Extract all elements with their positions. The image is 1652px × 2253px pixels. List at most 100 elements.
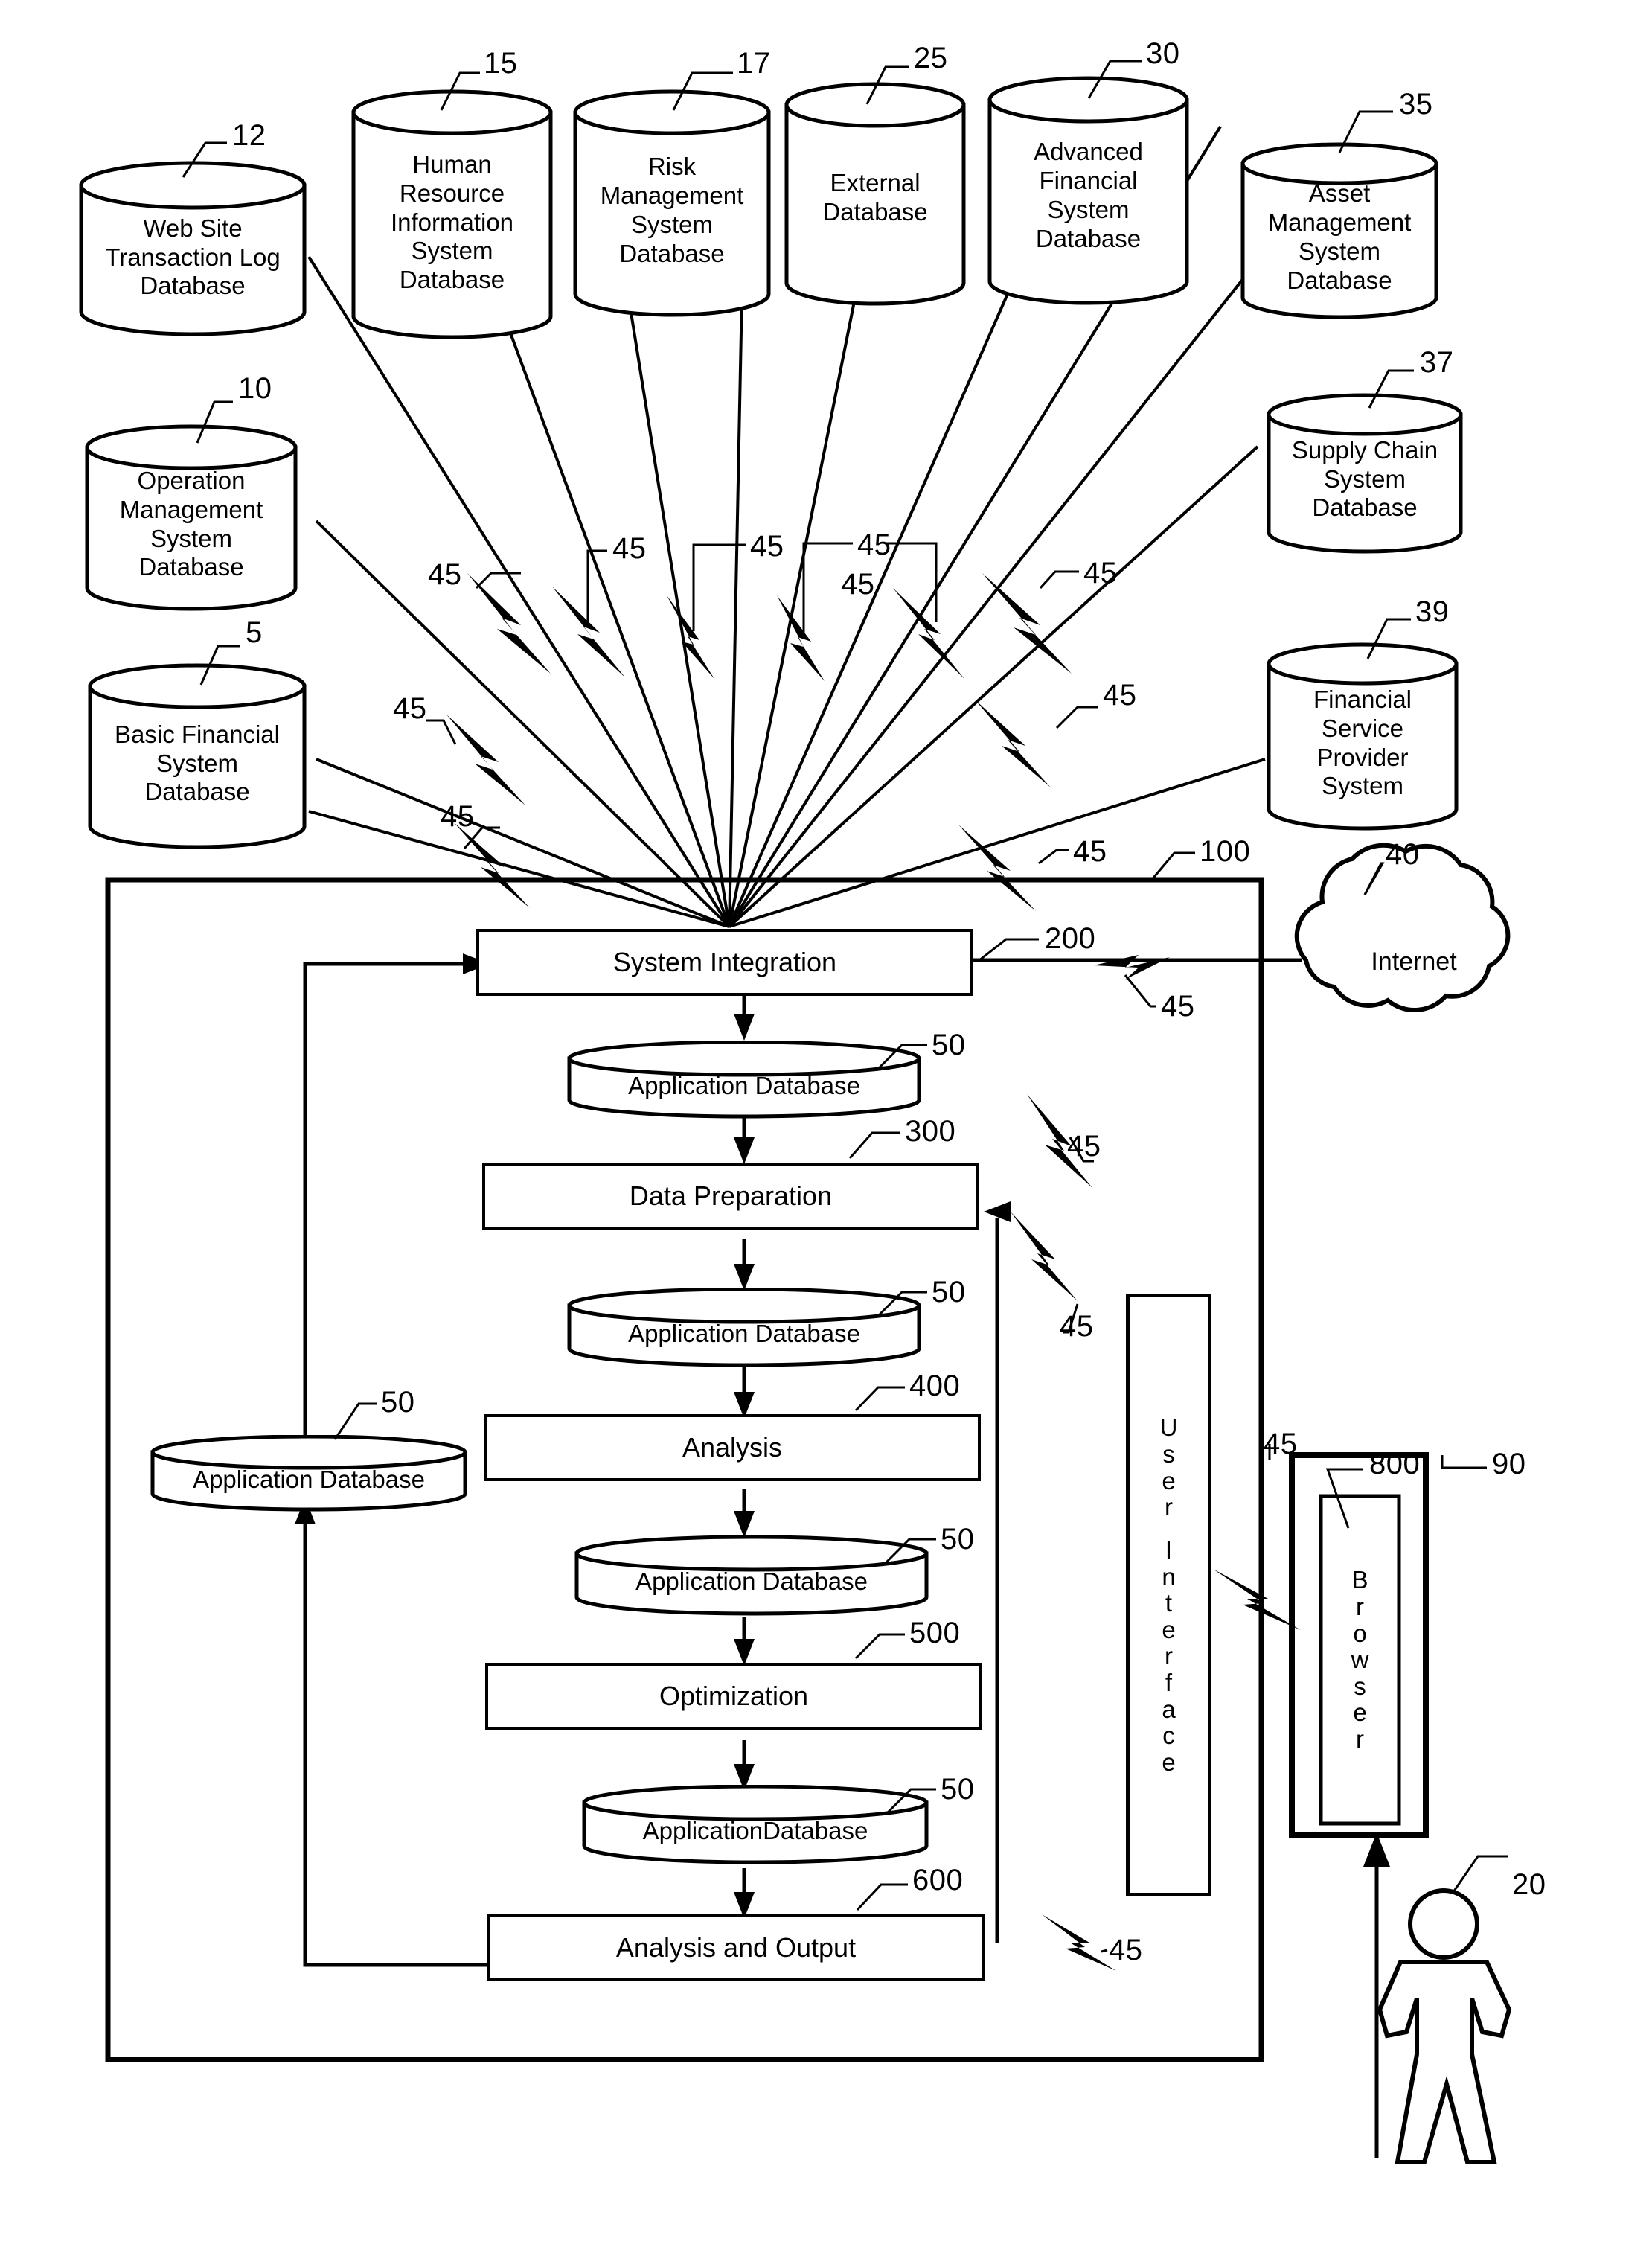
db-label-line: Database	[1035, 224, 1142, 252]
ref-numeral-50-b: 50	[932, 1276, 966, 1308]
ref-numeral-5: 5	[246, 616, 263, 649]
panel-browser-text[interactable]: B r o w s e r	[1321, 1496, 1399, 1824]
appdb-label: ApplicationDatabase	[642, 1817, 868, 1844]
ref-numeral-25: 25	[914, 42, 948, 74]
browser-letter: e	[1353, 1698, 1367, 1727]
ui-letter: f	[1165, 1669, 1173, 1697]
db-label-line: System	[1323, 464, 1406, 493]
browser-letter: s	[1354, 1672, 1366, 1700]
db-label-line: System	[411, 237, 493, 265]
ref-numeral-50-c: 50	[941, 1523, 975, 1556]
database-external: External Database	[783, 80, 967, 307]
db-label-line: Risk	[647, 153, 697, 181]
db-label-line: Resource	[399, 179, 505, 207]
db-label-line: Database	[138, 553, 244, 581]
ref-numeral-35: 35	[1399, 88, 1433, 121]
db-label-line: Financial	[1313, 685, 1412, 713]
ref-numeral-15: 15	[484, 47, 518, 80]
database-operation-management-system: Operation Management System Database	[83, 423, 299, 613]
ref-numeral-45-8: 45	[1103, 679, 1137, 712]
block-analysis-and-output[interactable]: Analysis and Output	[487, 1914, 985, 1981]
appdb-label: Application Database	[628, 1071, 860, 1099]
db-label-line: System	[1321, 772, 1404, 800]
block-label: System Integration	[612, 947, 837, 977]
ref-numeral-12: 12	[232, 119, 266, 152]
database-supply-chain-system: Supply Chain System Database	[1265, 392, 1464, 555]
browser-letter: o	[1353, 1619, 1367, 1647]
ref-numeral-45-5: 45	[841, 568, 875, 601]
db-label-line: System	[150, 524, 233, 552]
block-analysis[interactable]: Analysis	[484, 1414, 981, 1481]
browser-letter: w	[1351, 1646, 1369, 1674]
ref-numeral-45-12: 45	[1067, 1130, 1101, 1163]
ref-numeral-45-2: 45	[612, 532, 647, 565]
browser-letter: B	[1351, 1566, 1368, 1594]
db-label-line: Database	[399, 266, 505, 294]
ref-numeral-50-e: 50	[381, 1386, 415, 1419]
db-label-line: Database	[619, 239, 725, 267]
block-label: Analysis and Output	[615, 1932, 857, 1963]
appdb-after-integration: Application Database	[566, 1040, 923, 1119]
db-label-line: Asset	[1308, 179, 1371, 208]
block-data-preparation[interactable]: Data Preparation	[482, 1163, 979, 1230]
ui-letter: e	[1162, 1466, 1176, 1495]
db-label-line: Web Site	[143, 214, 243, 242]
database-financial-service-provider-system: Financial Service Provider System	[1265, 642, 1460, 831]
ui-letter: r	[1165, 1493, 1173, 1521]
block-system-integration[interactable]: System Integration	[476, 929, 973, 996]
ref-numeral-200: 200	[1045, 922, 1096, 955]
db-label-line: Operation	[137, 466, 246, 494]
db-label-line: External	[830, 168, 921, 196]
database-human-resource-information-system: Human Resource Information System Databa…	[350, 88, 554, 341]
db-label-line: System	[156, 749, 239, 777]
db-label-line: Financial	[1039, 167, 1138, 195]
appdb-after-optimization: ApplicationDatabase	[580, 1784, 930, 1865]
db-label-line: Advanced	[1034, 138, 1143, 166]
ui-letter: s	[1162, 1440, 1175, 1469]
block-label: Analysis	[682, 1432, 783, 1463]
appdb-label: Application Database	[193, 1466, 425, 1493]
db-label-line: Provider	[1316, 743, 1409, 771]
ref-numeral-100: 100	[1200, 835, 1251, 868]
panel-user-interface[interactable]: U s e r I n t e r f a c e	[1126, 1294, 1211, 1896]
ref-numeral-50-a: 50	[932, 1029, 966, 1061]
db-label-line: Database	[144, 778, 250, 806]
ref-numeral-45-7: 45	[393, 692, 427, 725]
ref-numeral-45-6: 45	[1083, 557, 1118, 589]
appdb-after-analysis: Application Database	[573, 1535, 930, 1617]
database-asset-management-system: Asset Management System Database	[1239, 141, 1440, 320]
ref-numeral-45-9: 45	[441, 800, 475, 833]
ref-numeral-40: 40	[1386, 838, 1420, 871]
ref-numeral-300: 300	[905, 1115, 956, 1148]
db-label-line: Management	[119, 495, 263, 523]
db-label-line: Human	[412, 150, 492, 178]
user-stick-figure	[1377, 1888, 1512, 2164]
block-optimization[interactable]: Optimization	[485, 1663, 982, 1730]
ref-numeral-45-13: 45	[1060, 1310, 1094, 1343]
ui-letter: U	[1159, 1413, 1178, 1442]
ui-letter: c	[1162, 1722, 1175, 1750]
db-label-line: Database	[822, 197, 928, 226]
db-label-line: Database	[1312, 493, 1418, 522]
db-label-line: Database	[140, 272, 246, 300]
db-label-line: System	[630, 211, 714, 238]
ref-numeral-45-1: 45	[428, 558, 462, 591]
ref-numeral-90: 90	[1492, 1448, 1526, 1480]
db-label-line: Transaction Log	[105, 243, 281, 271]
appdb-label: Application Database	[635, 1567, 868, 1595]
ref-numeral-500: 500	[909, 1617, 961, 1649]
db-label-line: Management	[600, 182, 744, 210]
internet-cloud-label: Internet	[1306, 939, 1522, 984]
ref-numeral-45-15: 45	[1109, 1934, 1143, 1966]
db-label-line: Supply Chain	[1291, 435, 1438, 464]
internet-label-text: Internet	[1371, 947, 1457, 976]
ref-numeral-50-d: 50	[941, 1773, 975, 1806]
browser-letter: r	[1356, 1592, 1364, 1620]
ref-numeral-37: 37	[1420, 346, 1454, 379]
ui-letter: a	[1162, 1695, 1176, 1723]
ref-numeral-30: 30	[1146, 37, 1180, 70]
ref-numeral-39: 39	[1415, 595, 1450, 628]
ref-numeral-400: 400	[909, 1370, 961, 1402]
block-label: Optimization	[659, 1681, 809, 1711]
database-basic-financial-system: Basic Financial System Database	[86, 662, 308, 850]
